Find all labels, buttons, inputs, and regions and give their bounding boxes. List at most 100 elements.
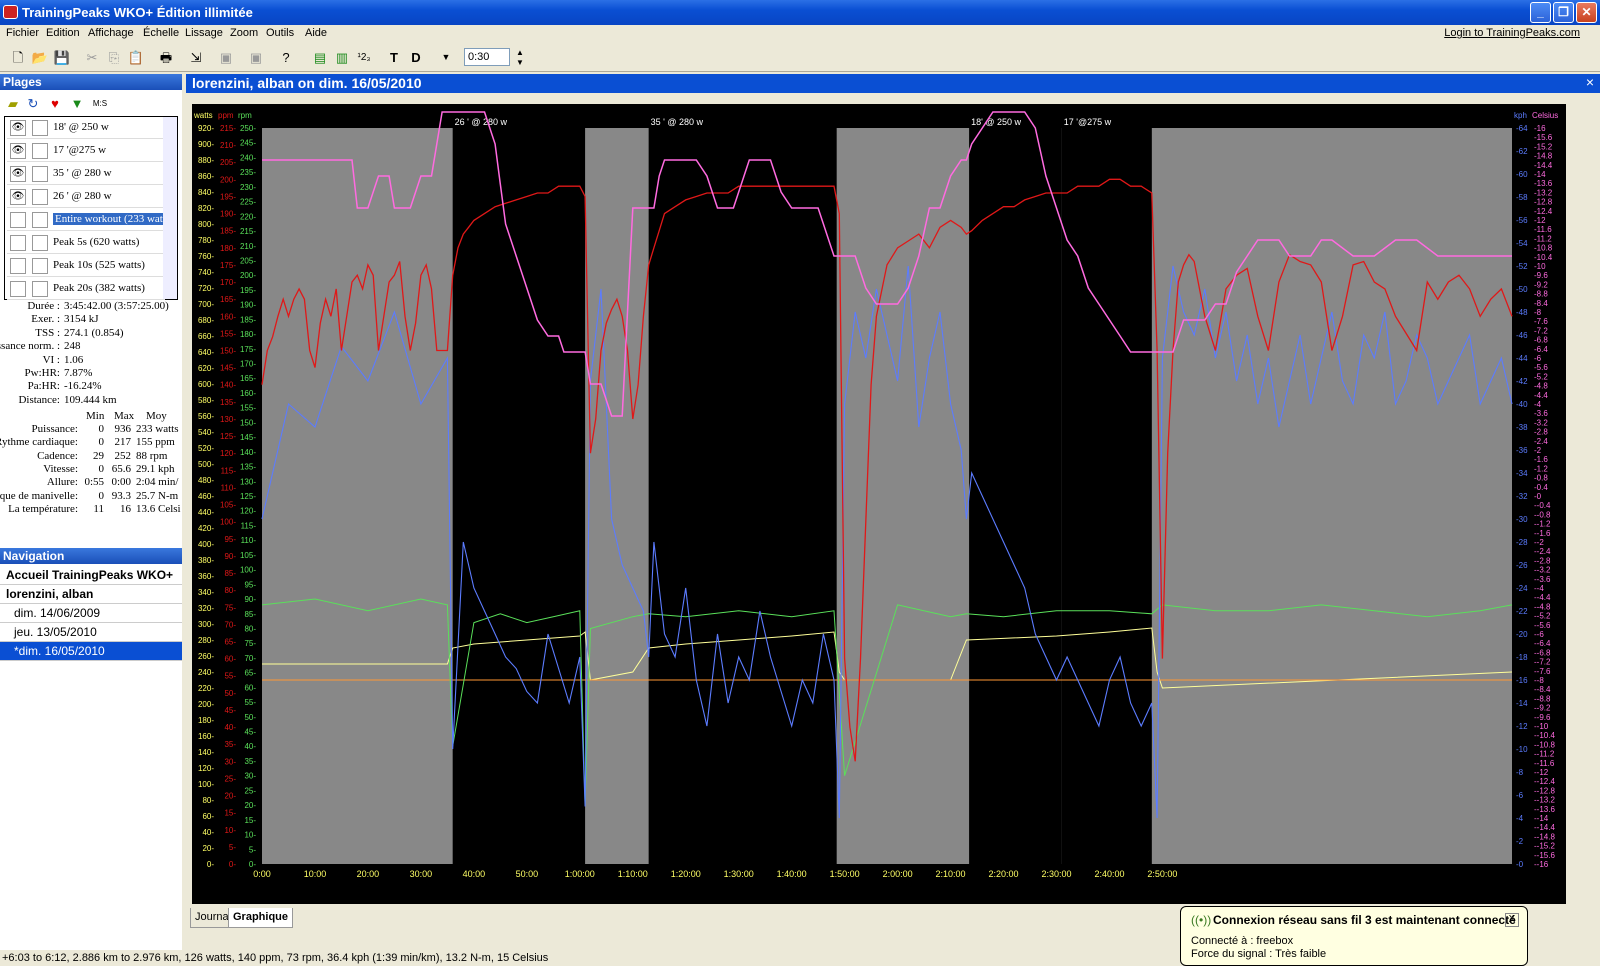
x-tick: 1:40:00 <box>777 869 807 879</box>
checkbox[interactable] <box>32 120 48 136</box>
tab-graphique[interactable]: Graphique <box>228 908 294 928</box>
import-icon[interactable]: ⇲ <box>186 47 206 67</box>
ranges-scrollbar[interactable] <box>163 117 177 299</box>
open-folder-icon[interactable]: 📂 <box>30 47 50 67</box>
ms-button[interactable]: M:S <box>88 93 112 113</box>
range-item[interactable]: 👁 35 ' @ 280 w <box>7 163 165 185</box>
new-file-icon[interactable]: 🗋 <box>8 47 28 67</box>
eye-icon[interactable] <box>10 235 26 251</box>
checkbox[interactable] <box>32 281 48 297</box>
nav-athlete[interactable]: lorenzini, alban <box>0 585 182 604</box>
disabled-tool-icon-2[interactable]: ▣ <box>246 47 266 67</box>
eye-icon[interactable] <box>10 281 26 297</box>
watts-tick: 440- <box>198 508 214 517</box>
menu-affichage[interactable]: Affichage <box>88 27 134 39</box>
eye-icon[interactable]: 👁 <box>10 143 26 159</box>
cut-icon[interactable]: ✂ <box>82 47 102 67</box>
dropdown-arrow-icon[interactable]: ▼ <box>436 47 456 67</box>
x-tick: 0:00 <box>253 869 271 879</box>
range-item[interactable]: 👁 17 '@275 w <box>7 140 165 162</box>
menu-outils[interactable]: Outils <box>266 27 294 39</box>
celsius-tick: --2.8 <box>1534 556 1551 565</box>
menu-edition[interactable]: Edition <box>46 27 80 39</box>
help-icon[interactable]: ? <box>276 47 296 67</box>
ppm-tick: 175- <box>220 261 236 270</box>
watts-tick: 60- <box>202 812 214 821</box>
text-t-button[interactable]: T <box>384 47 404 67</box>
plot-area[interactable]: 26 ' @ 280 w 35 ' @ 280 w 18' @ 250 w 17 '@… <box>192 104 1566 904</box>
chart-close-icon[interactable]: × <box>1586 74 1594 90</box>
checkbox[interactable] <box>32 212 48 228</box>
eye-icon[interactable] <box>10 258 26 274</box>
login-link[interactable]: Login to TrainingPeaks.com <box>1444 27 1580 39</box>
text-d-button[interactable]: D <box>406 47 426 67</box>
range-item[interactable]: Entire workout (233 watt <box>7 209 165 231</box>
ppm-tick: 105- <box>220 501 236 510</box>
menu-zoom[interactable]: Zoom <box>230 27 258 39</box>
checkbox[interactable] <box>32 189 48 205</box>
checkbox[interactable] <box>32 166 48 182</box>
nav-workout[interactable]: jeu. 13/05/2010 <box>0 623 182 642</box>
zoom-input[interactable]: 0:30 <box>464 48 510 66</box>
checkbox[interactable] <box>32 143 48 159</box>
arrow-down-icon[interactable]: ▼ <box>67 93 87 113</box>
paste-icon[interactable]: 📋 <box>126 47 146 67</box>
menu-echelle[interactable]: Échelle <box>143 27 179 39</box>
menu-lissage[interactable]: Lissage <box>185 27 223 39</box>
notification-close-icon[interactable]: X <box>1505 913 1519 927</box>
refresh-icon[interactable]: ↻ <box>23 93 43 113</box>
number-format-icon[interactable]: ¹2₃ <box>354 47 374 67</box>
watts-tick: 720- <box>198 284 214 293</box>
kph-tick: -20 <box>1516 630 1528 639</box>
menu-fichier[interactable]: Fichier <box>6 27 39 39</box>
copy-icon[interactable]: ⎘ <box>104 47 124 67</box>
nav-home[interactable]: Accueil TrainingPeaks WKO+ <box>0 566 182 585</box>
kph-tick: -32 <box>1516 492 1528 501</box>
nav-workout-selected[interactable]: *dim. 16/05/2010 <box>0 642 182 661</box>
rpm-tick: 65- <box>244 669 256 678</box>
chart-green-icon-2[interactable]: ▥ <box>332 47 352 67</box>
range-item[interactable]: 👁 18' @ 250 w <box>7 117 165 139</box>
range-item[interactable]: Peak 10s (525 watts) <box>7 255 165 277</box>
heart-icon[interactable]: ♥ <box>45 93 65 113</box>
menu-aide[interactable]: Aide <box>305 27 327 39</box>
kph-tick: -64 <box>1516 124 1528 133</box>
eye-icon[interactable]: 👁 <box>10 189 26 205</box>
kph-tick: -6 <box>1516 791 1524 800</box>
eye-icon[interactable] <box>10 212 26 228</box>
save-icon[interactable]: 💾 <box>52 47 72 67</box>
stats-label: Puissance: <box>31 423 78 435</box>
spin-icon[interactable]: ▲ ▼ <box>510 47 530 67</box>
chart-green-icon[interactable]: ▤ <box>310 47 330 67</box>
network-notification[interactable]: ((•)) Connexion réseau sans fil 3 est ma… <box>1180 906 1528 966</box>
x-tick: 1:10:00 <box>618 869 648 879</box>
celsius-tick: -3.6 <box>1534 409 1548 418</box>
range-item[interactable]: 👁 26 ' @ 280 w <box>7 186 165 208</box>
range-item[interactable]: Peak 20s (382 watts) <box>7 278 165 300</box>
print-icon[interactable]: 🖶 <box>156 47 176 67</box>
eye-icon[interactable]: 👁 <box>10 120 26 136</box>
range-item[interactable]: Peak 5s (620 watts) <box>7 232 165 254</box>
summary-value: 1.06 <box>64 353 84 366</box>
nav-workout[interactable]: dim. 14/06/2009 <box>0 604 182 623</box>
checkbox[interactable] <box>32 235 48 251</box>
watts-tick: 40- <box>202 828 214 837</box>
watts-tick: 680- <box>198 316 214 325</box>
summary-label: TSS : <box>35 326 60 339</box>
disabled-tool-icon[interactable]: ▣ <box>216 47 236 67</box>
rpm-tick: 220- <box>240 212 256 221</box>
celsius-tick: --7.6 <box>1534 667 1551 676</box>
ppm-tick: 210- <box>220 141 236 150</box>
workout-chart[interactable]: 26 ' @ 280 w 35 ' @ 280 w 18' @ 250 w 17 '@… <box>192 104 1566 904</box>
kph-tick: -46 <box>1516 331 1528 340</box>
close-button[interactable]: ✕ <box>1576 2 1597 23</box>
checkbox[interactable] <box>32 258 48 274</box>
celsius-tick: --5.6 <box>1534 621 1551 630</box>
eye-icon[interactable]: 👁 <box>10 166 26 182</box>
minimize-button[interactable]: _ <box>1530 2 1551 23</box>
restore-button[interactable]: ❐ <box>1553 2 1574 23</box>
ppm-tick: 120- <box>220 449 236 458</box>
celsius-tick: --8.8 <box>1534 694 1551 703</box>
folder-icon[interactable]: ▰ <box>3 93 23 113</box>
watts-tick: 740- <box>198 268 214 277</box>
